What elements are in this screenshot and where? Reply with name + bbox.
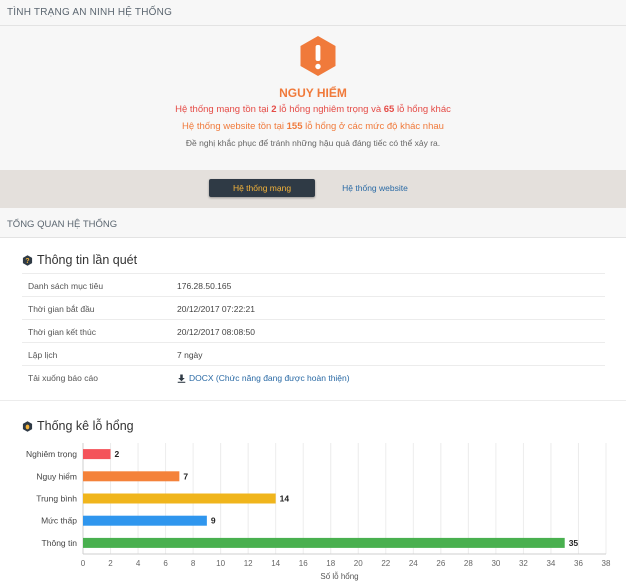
chart-category-label: Nguy hiểm: [36, 471, 77, 481]
chart-bar: [83, 537, 565, 548]
chart-x-tick-label: 26: [436, 559, 445, 568]
chart-category-label: Mức thấp: [41, 516, 77, 526]
chart-x-tick-label: 2: [108, 559, 113, 568]
chart-x-tick-label: 6: [163, 559, 168, 568]
chart-bar: [83, 449, 111, 460]
chart-x-tick-label: 18: [326, 559, 335, 568]
chart-category-label: Trung bình: [36, 494, 77, 504]
chart-category-label: Thông tin: [42, 538, 78, 548]
chart-x-axis-title: Số lỗ hổng: [320, 572, 358, 581]
chart-x-tick-label: 20: [354, 559, 363, 568]
vulnerability-chart: 0 2 4 6 8 10 12 14 16 18 20 22 24 26 28 30 32 34 36 38Nghiê…: [26, 443, 611, 581]
chart-x-tick-label: 10: [216, 559, 225, 568]
chart-x-tick-label: 24: [409, 559, 418, 568]
chart-x-tick-label: 30: [491, 559, 500, 568]
chart-bar: [83, 471, 180, 482]
chart-value-label: 9: [211, 516, 216, 526]
chart-x-tick-label: 8: [191, 559, 196, 568]
chart-x-tick-label: 0: [81, 559, 86, 568]
chart-x-tick-label: 14: [271, 559, 280, 568]
chart-value-label: 7: [183, 471, 188, 481]
chart-x-tick-label: 4: [136, 559, 141, 568]
chart-bar: [83, 515, 207, 526]
chart-x-tick-label: 12: [244, 559, 253, 568]
chart-x-tick-label: 36: [574, 559, 583, 568]
chart-x-tick-label: 22: [381, 559, 390, 568]
chart-value-label: 2: [115, 449, 120, 459]
chart-x-tick-label: 28: [464, 559, 473, 568]
chart-x-tick-label: 38: [602, 559, 611, 568]
chart-x-tick-label: 34: [546, 559, 555, 568]
chart-x-tick-label: 16: [299, 559, 308, 568]
chart-bar: [83, 493, 276, 504]
chart-x-tick-label: 32: [519, 559, 528, 568]
chart-value-label: 35: [569, 538, 579, 548]
chart-value-label: 14: [280, 494, 290, 504]
chart-category-label: Nghiêm trọng: [26, 449, 77, 459]
